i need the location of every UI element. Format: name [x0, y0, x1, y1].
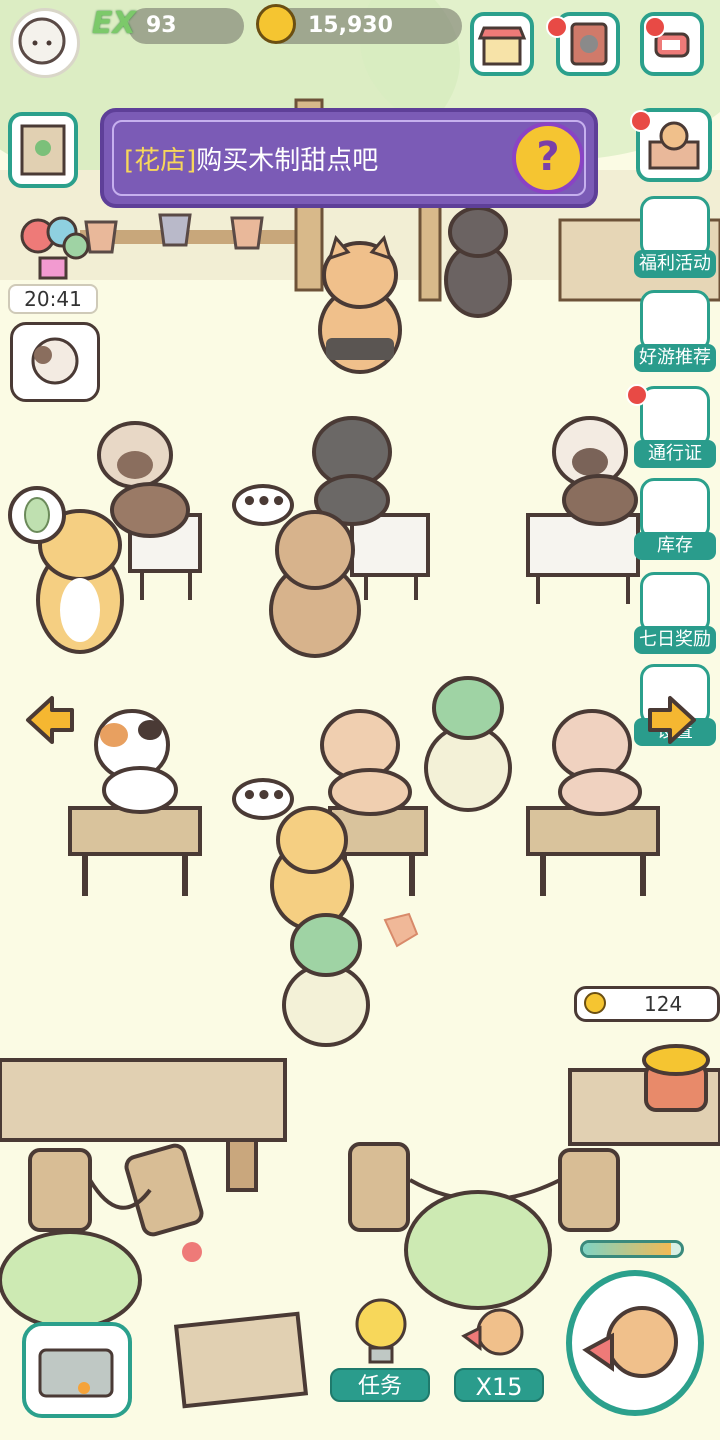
flower [182, 1242, 202, 1262]
event-timer: 20:41 [8, 284, 98, 314]
turtle-customer [282, 913, 370, 1047]
falling-leaf [383, 912, 419, 948]
side-menu-label: 通行证 [634, 440, 716, 468]
flower-pot [158, 213, 192, 247]
tan-cat [320, 709, 412, 816]
arrow-left-icon [26, 696, 74, 744]
cat-megaphone-icon [582, 1306, 678, 1378]
lightbulb-icon [355, 1298, 407, 1364]
quest-tag: [花店] [124, 146, 197, 176]
energy-bar [580, 1240, 684, 1258]
side-menu-welfare[interactable]: 福利活动 [634, 196, 716, 278]
wooden-table [526, 806, 660, 896]
chest-icon [38, 1348, 114, 1398]
siamese-cat [97, 421, 190, 538]
wooden-sign [173, 1311, 309, 1409]
quest-text: [花店]购买木制甜点吧 [124, 140, 378, 177]
balloon-gift-button[interactable] [10, 210, 96, 284]
energy-fill [583, 1243, 672, 1255]
quest-help-button[interactable]: ? [512, 122, 584, 194]
side-menu-label: 七日奖励 [634, 626, 716, 654]
multiplier-badge[interactable]: X15 [454, 1368, 544, 1402]
flower-pot [230, 216, 264, 250]
coin-pot [642, 1044, 710, 1112]
balloon-icon [20, 216, 90, 280]
thinking-bubble: ••• [232, 778, 294, 820]
scroll-left-button[interactable] [22, 692, 78, 748]
side-menu-seven-day[interactable]: 七日奖励 [634, 572, 716, 654]
cafe-scene [0, 0, 720, 1409]
table [350, 513, 430, 600]
turtle-customer [424, 676, 512, 812]
map-icon [20, 124, 66, 176]
task-button[interactable]: 任务 [330, 1368, 430, 1402]
side-menu-label: 福利活动 [634, 250, 716, 278]
table [526, 513, 640, 604]
task-lightbulb[interactable] [350, 1296, 412, 1368]
calico-cat [94, 709, 178, 814]
arrow-right-icon [648, 696, 696, 744]
horse-customer [269, 510, 361, 658]
beige-cat [552, 709, 642, 816]
sheep-icon [18, 17, 66, 65]
side-menu-label: 库存 [634, 532, 716, 560]
visitor-cat-button[interactable] [10, 322, 100, 402]
side-menu-label: 好游推荐 [634, 344, 716, 372]
experience-counter: 93 [128, 8, 244, 44]
melon-icon [24, 497, 50, 533]
order-bubble[interactable] [8, 486, 66, 544]
notification-dot [630, 110, 652, 132]
scroll-right-button[interactable] [644, 692, 700, 748]
player-avatar[interactable] [10, 8, 80, 78]
ex-badge: EX [92, 6, 136, 41]
backpack-icon [640, 478, 710, 540]
shop-button[interactable] [470, 12, 534, 76]
game-screen: 93 EX 15,930 [花店]购买木制甜点吧 ? 福利活动 好游推荐 通行证… [0, 0, 720, 1440]
shop-icon [477, 26, 527, 66]
album-icon [570, 22, 608, 66]
cat-face-icon [31, 337, 79, 385]
map-button[interactable] [8, 112, 78, 188]
thinking-bubble: ••• [232, 484, 294, 526]
grey-cat [312, 416, 392, 526]
shopkeeper-cat [318, 234, 402, 374]
coin-pot-value: 124 [644, 992, 683, 1016]
calendar-icon [640, 572, 710, 634]
side-menu-recommend[interactable]: 好游推荐 [634, 290, 716, 372]
coin-icon [584, 992, 606, 1014]
wooden-table [68, 806, 202, 896]
call-customers-button[interactable] [566, 1270, 704, 1416]
box-cat-icon [640, 290, 710, 352]
corgi-customer [270, 806, 354, 931]
cat-megaphone[interactable] [458, 1296, 538, 1368]
quest-description: 购买木制甜点吧 [196, 146, 379, 176]
cat-megaphone-icon [461, 1308, 524, 1356]
storage-box-button[interactable] [22, 1322, 132, 1418]
dark-cat-with-bottle [444, 206, 512, 318]
gift-cat-icon [640, 196, 710, 258]
notification-dot [546, 16, 568, 38]
notification-dot [644, 16, 666, 38]
notification-dot [626, 384, 648, 406]
siamese-cat [552, 416, 638, 526]
pass-ticket-icon [640, 386, 710, 448]
coin-icon [256, 4, 296, 44]
side-menu-inventory[interactable]: 库存 [634, 478, 716, 560]
